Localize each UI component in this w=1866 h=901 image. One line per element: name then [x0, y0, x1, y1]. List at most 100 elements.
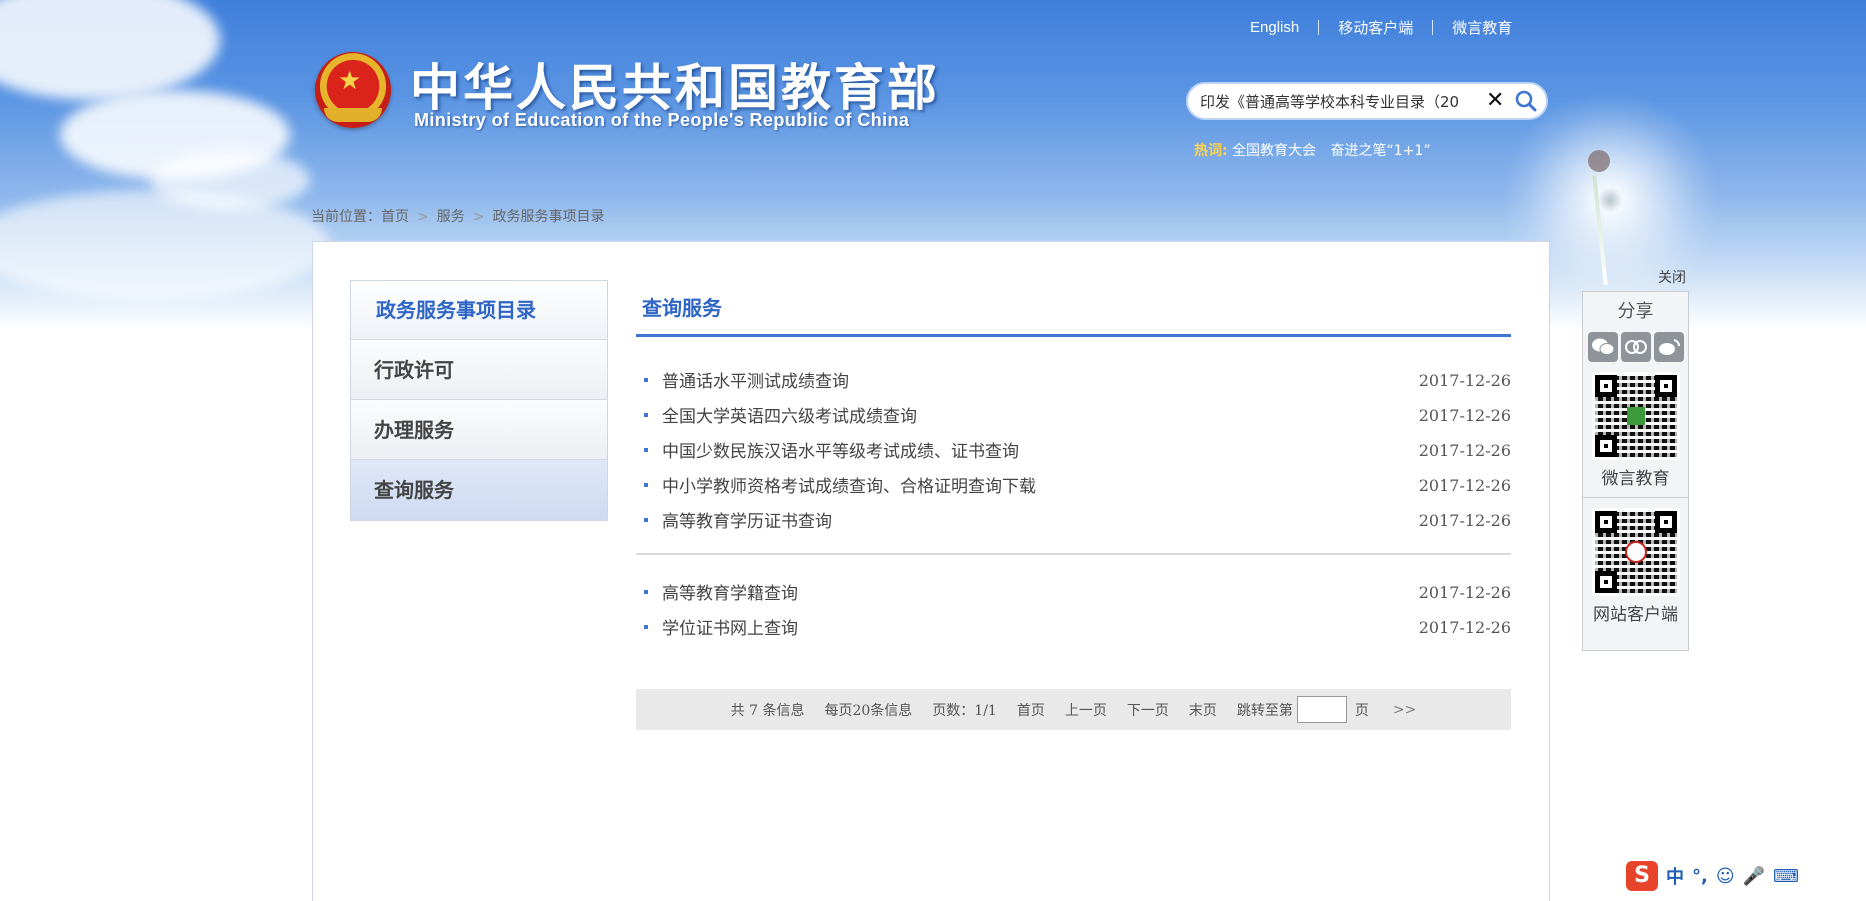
qr-corner [1654, 511, 1677, 533]
pager-total: 共 7 条信息 [730, 702, 805, 719]
qr-corner [1594, 375, 1617, 397]
list-item-link[interactable]: 学位证书网上查询 [662, 619, 798, 639]
search-input[interactable] [1200, 92, 1480, 110]
sidebar-item-query-service[interactable]: 查询服务 [351, 460, 607, 520]
breadcrumb-prefix: 当前位置： [311, 209, 381, 225]
emblem-star-icon: ★ [338, 66, 362, 96]
sidebar-item-admin-permit[interactable]: 行政许可 [351, 340, 607, 400]
pagination-bar: 共 7 条信息 每页20条信息 页数：1/1 首页 上一页 下一页 末页 跳转至… [636, 689, 1511, 730]
share-separator [1583, 497, 1688, 498]
list-item: 中国少数民族汉语水平等级考试成绩、证书查询 2017-12-26 [636, 435, 1511, 470]
content-area: 查询服务 普通话水平测试成绩查询 2017-12-26 全国大学英语四六级考试成绩… [636, 280, 1511, 647]
pager-pages: 页数：1/1 [932, 702, 997, 719]
pager-last-link[interactable]: 末页 [1189, 700, 1217, 720]
pager-next-link[interactable]: 下一页 [1127, 700, 1169, 720]
share-icons [1583, 332, 1688, 362]
breadcrumb-service[interactable]: 服务 [437, 209, 465, 225]
list-item-link[interactable]: 高等教育学历证书查询 [662, 512, 832, 532]
pager-go-button[interactable]: >> [1393, 702, 1416, 718]
sogou-logo-icon[interactable]: S [1626, 861, 1658, 891]
list-item-link[interactable]: 全国大学英语四六级考试成绩查询 [662, 407, 917, 427]
top-link-weiyan[interactable]: 微言教育 [1452, 17, 1512, 38]
list-item: 学位证书网上查询 2017-12-26 [636, 612, 1511, 647]
chevron-right-icon: > [472, 209, 485, 225]
list-item-link[interactable]: 普通话水平测试成绩查询 [662, 372, 849, 392]
sidebar-heading[interactable]: 政务服务事项目录 [351, 281, 607, 340]
pager-per-page: 每页20条信息 [824, 702, 913, 719]
sidebar-nav: 政务服务事项目录 行政许可 办理服务 查询服务 [350, 280, 608, 521]
pager-jump-label: 跳转至第 [1236, 702, 1293, 719]
emblem-base-decoration [324, 108, 382, 122]
share-title: 分享 [1617, 301, 1654, 322]
bullet-icon [644, 448, 648, 452]
chevron-right-icon: > [417, 209, 429, 225]
qr-center-logo [1624, 541, 1647, 563]
bullet-icon [644, 483, 648, 487]
list-item: 全国大学英语四六级考试成绩查询 2017-12-26 [636, 400, 1511, 435]
share-widget: 分享 微言教育 网站客户端 [1582, 291, 1689, 651]
top-links: English 移动客户端 微言教育 [1250, 17, 1512, 37]
list-item-date: 2017-12-26 [1418, 406, 1511, 425]
dandelion-decoration [1588, 150, 1610, 172]
bullet-icon [644, 378, 648, 382]
list-item-date: 2017-12-26 [1418, 476, 1511, 495]
list-item: 高等教育学籍查询 2017-12-26 [636, 577, 1511, 612]
list-item: 普通话水平测试成绩查询 2017-12-26 [636, 365, 1511, 400]
top-link-mobile-client[interactable]: 移动客户端 [1338, 17, 1413, 38]
breadcrumb-home[interactable]: 首页 [381, 209, 409, 225]
qr-corner [1594, 435, 1617, 457]
sidebar-item-handling-service[interactable]: 办理服务 [351, 400, 607, 460]
list-item: 高等教育学历证书查询 2017-12-26 [636, 505, 1511, 540]
ime-toolbar: S 中 °, ☺ 🎤 ⌨ [1626, 860, 1866, 892]
content-title: 查询服务 [636, 280, 1511, 337]
hot-word-link[interactable]: 全国教育大会 [1232, 143, 1316, 159]
qr-code-weiyan [1591, 372, 1680, 460]
bullet-icon [644, 625, 648, 629]
keyboard-icon[interactable]: ⌨ [1773, 866, 1799, 887]
list-item-date: 2017-12-26 [1418, 371, 1511, 390]
share-close-link[interactable]: 关闭 [1658, 267, 1686, 287]
wechat-icon[interactable] [1587, 332, 1618, 362]
service-list: 高等教育学籍查询 2017-12-26 学位证书网上查询 2017-12-26 [636, 577, 1511, 647]
list-item-link[interactable]: 中小学教师资格考试成绩查询、合格证明查询下载 [662, 477, 1036, 497]
close-icon[interactable]: ✕ [1486, 90, 1504, 112]
list-item-date: 2017-12-26 [1418, 511, 1511, 530]
microphone-icon[interactable]: 🎤 [1743, 866, 1765, 887]
list-item-date: 2017-12-26 [1418, 583, 1511, 602]
list-item-link[interactable]: 高等教育学籍查询 [662, 584, 798, 604]
breadcrumb-current[interactable]: 政务服务事项目录 [492, 209, 604, 225]
bullet-icon [644, 518, 648, 522]
qr-label-client: 网站客户端 [1593, 605, 1678, 625]
qr-corner [1594, 571, 1617, 593]
list-item: 中小学教师资格考试成绩查询、合格证明查询下载 2017-12-26 [636, 470, 1511, 505]
pengyou-icon[interactable] [1620, 332, 1651, 362]
hot-words-label: 热词: [1194, 143, 1228, 159]
weibo-icon[interactable] [1653, 332, 1684, 362]
smiley-icon[interactable]: ☺ [1716, 866, 1735, 887]
list-item-link[interactable]: 中国少数民族汉语水平等级考试成绩、证书查询 [662, 442, 1019, 462]
hot-words: 热词: 全国教育大会 奋进之笔“1+1” [1194, 140, 1441, 160]
bullet-icon [644, 590, 648, 594]
list-item-date: 2017-12-26 [1418, 441, 1511, 460]
qr-code-client [1591, 508, 1680, 596]
site-title-en[interactable]: Ministry of Education of the People's Re… [414, 110, 909, 131]
ime-lang-toggle[interactable]: 中 [1666, 863, 1684, 889]
list-item-date: 2017-12-26 [1418, 618, 1511, 637]
list-divider [636, 553, 1511, 555]
hot-word-link[interactable]: 奋进之笔“1+1” [1331, 143, 1431, 159]
top-link-separator [1318, 19, 1320, 35]
qr-label-weiyan: 微言教育 [1601, 469, 1670, 489]
search-icon[interactable] [1514, 89, 1538, 113]
qr-center-logo [1626, 407, 1645, 425]
pager-jump-suffix: 页 [1354, 702, 1369, 719]
cloud-decoration [0, 0, 220, 100]
qr-corner [1654, 375, 1677, 397]
pager-jump-input[interactable] [1296, 696, 1347, 723]
top-link-separator [1432, 19, 1434, 35]
search-box: ✕ [1186, 82, 1548, 120]
ime-punct-toggle[interactable]: °, [1692, 866, 1708, 887]
pager-prev-link[interactable]: 上一页 [1065, 700, 1107, 720]
qr-corner [1594, 511, 1617, 533]
top-link-english[interactable]: English [1250, 19, 1299, 36]
pager-first-link[interactable]: 首页 [1017, 700, 1045, 720]
